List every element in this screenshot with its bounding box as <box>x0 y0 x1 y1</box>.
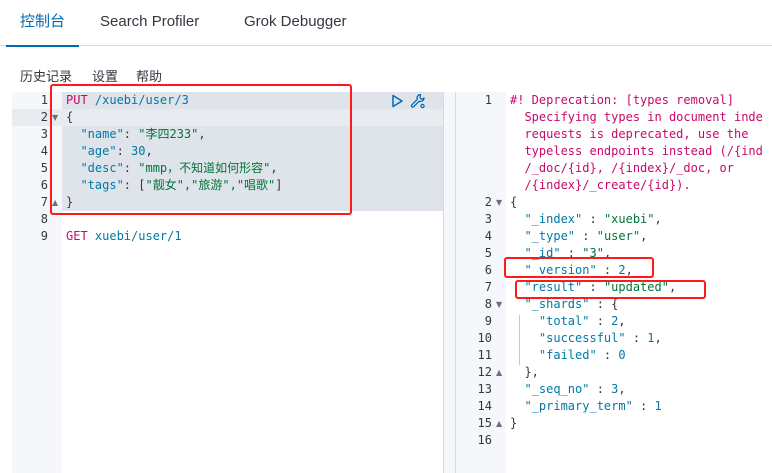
response-line: "total" : 2, <box>510 313 626 330</box>
code-punct: : <box>596 348 619 362</box>
line-number: 15 <box>477 416 492 430</box>
json-value: 0 <box>618 348 626 362</box>
tab-grok-debugger[interactable]: Grok Debugger <box>244 0 347 46</box>
code-punct: : <box>632 399 655 413</box>
fold-open-icon[interactable]: ▼ <box>496 194 502 211</box>
code-punct: , <box>618 382 626 396</box>
response-line: "_index" : "xuebi", <box>510 211 662 228</box>
request-url: xuebi/user/1 <box>87 229 182 243</box>
code-punct: : <box>589 314 612 328</box>
line-number: 2 <box>484 195 492 209</box>
line-number: 7 <box>40 195 48 209</box>
line-number: 10 <box>477 331 492 345</box>
response-line: "_primary_term" : 1 <box>510 398 662 415</box>
line-number: 14 <box>477 399 492 413</box>
response-line: { <box>510 194 517 211</box>
json-value: "xuebi" <box>603 212 655 226</box>
panel-resizer[interactable] <box>443 92 456 473</box>
json-key: "_seq_no" <box>510 382 590 396</box>
json-key: "_index" <box>510 212 583 226</box>
line-number: 13 <box>477 382 492 396</box>
json-value: 1 <box>654 399 662 413</box>
code-punct: { <box>611 297 619 311</box>
code-punct: , <box>654 212 662 226</box>
code-punct: { <box>510 195 518 209</box>
response-line: "_seq_no" : 3, <box>510 381 626 398</box>
json-value: 1 <box>647 331 655 345</box>
json-key: "failed" <box>510 348 597 362</box>
play-icon[interactable] <box>390 93 406 109</box>
line-number: 5 <box>484 246 492 260</box>
code-punct: : <box>589 297 612 311</box>
code-punct: : <box>582 212 604 226</box>
deprecation-line: /_doc/{id}, /{index}/_doc, or <box>510 161 734 175</box>
line-number: 2 <box>40 110 48 124</box>
highlight-box-version <box>504 257 654 278</box>
tab-search-profiler[interactable]: Search Profiler <box>100 0 199 46</box>
deprecation-line: Specifying types in document inde <box>510 110 763 124</box>
code-punct: : <box>589 382 612 396</box>
tab-console[interactable]: 控制台 <box>5 0 80 47</box>
line-number: 8 <box>484 297 492 311</box>
line-number: 12 <box>477 365 492 379</box>
json-key: "_primary_term" <box>510 399 633 413</box>
response-line: "successful" : 1, <box>510 330 662 347</box>
line-number: 3 <box>40 127 48 141</box>
deprecation-line: typeless endpoints instead (/{ind <box>510 144 763 158</box>
response-line: }, <box>510 364 539 381</box>
line-number: 4 <box>484 229 492 243</box>
json-value: "user" <box>596 229 641 243</box>
wrench-icon[interactable] <box>410 93 426 109</box>
menu-settings[interactable]: 设置 <box>92 66 118 85</box>
line-number: 5 <box>40 161 48 175</box>
deprecation-line: #! Deprecation: [types removal] <box>510 93 734 107</box>
fold-close-icon[interactable]: ▲ <box>496 415 502 432</box>
line-number: 3 <box>484 212 492 226</box>
line-number: 11 <box>477 348 492 362</box>
console-tabs: 控制台 Search Profiler Grok Debugger <box>0 0 772 47</box>
response-line: "_type" : "user", <box>510 228 647 245</box>
json-key: "total" <box>510 314 590 328</box>
highlight-box-result <box>515 280 706 299</box>
fold-open-icon[interactable]: ▼ <box>496 296 502 313</box>
menu-help[interactable]: 帮助 <box>136 66 162 85</box>
line-number: 8 <box>40 212 48 226</box>
request-line-9: GET xuebi/user/1 <box>66 228 182 245</box>
code-punct: , <box>618 314 626 328</box>
deprecation-line: /{index}/_create/{id}). <box>510 178 691 192</box>
code-punct: , <box>640 229 648 243</box>
code-punct: : <box>625 331 648 345</box>
menu-history[interactable]: 历史记录 <box>20 66 72 85</box>
line-number: 6 <box>40 178 48 192</box>
json-key: "successful" <box>510 331 626 345</box>
code-punct: } <box>510 416 518 430</box>
line-number: 7 <box>484 280 492 294</box>
line-number: 9 <box>484 314 492 328</box>
line-number: 4 <box>40 144 48 158</box>
json-key: "_type" <box>510 229 576 243</box>
code-punct: , <box>654 331 662 345</box>
response-line: } <box>510 415 517 432</box>
line-number: 9 <box>40 229 48 243</box>
line-number: 6 <box>484 263 492 277</box>
line-number: 1 <box>40 93 48 107</box>
line-number: 1 <box>484 93 492 107</box>
line-number: 16 <box>477 433 492 447</box>
fold-close-icon[interactable]: ▲ <box>496 364 502 381</box>
code-punct: : <box>575 229 597 243</box>
code-punct: }, <box>510 365 539 379</box>
json-key: "_shards" <box>510 297 590 311</box>
highlight-box-request <box>50 84 352 215</box>
http-method: GET <box>66 229 88 243</box>
response-line: "failed" : 0 <box>510 347 626 364</box>
deprecation-line: requests is deprecated, use the <box>510 127 749 141</box>
